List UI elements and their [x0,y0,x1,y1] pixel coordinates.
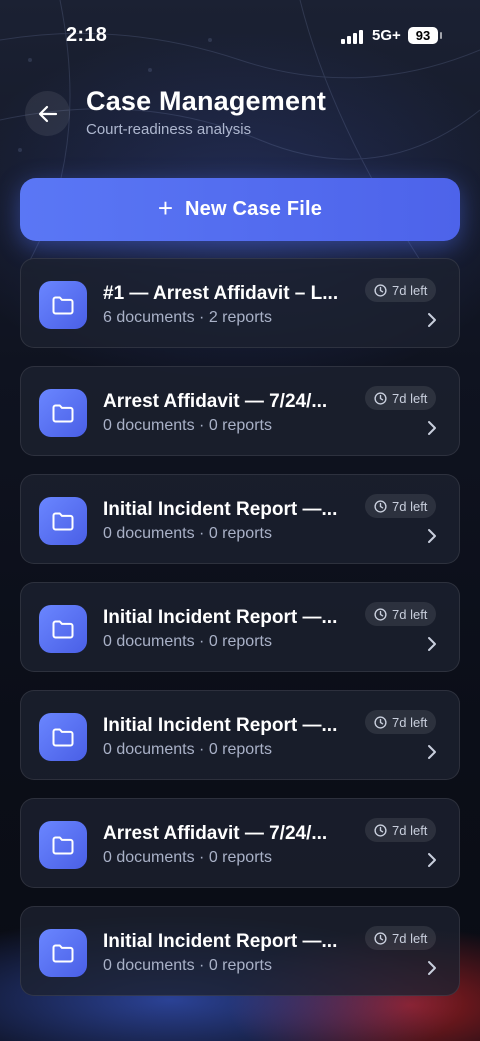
case-title: Initial Incident Report —... [103,715,338,736]
arrow-left-icon [38,105,57,122]
deadline-badge: 7d left [365,386,437,410]
deadline-badge: 7d left [365,710,437,734]
deadline-label: 7d left [392,822,428,838]
case-title: Initial Incident Report —... [103,499,338,520]
case-title: Initial Incident Report —... [103,607,338,628]
case-card[interactable]: Initial Incident Report —... 0 documents… [20,474,460,564]
folder-icon [39,281,87,329]
case-card[interactable]: #1 — Arrest Affidavit – L... 6 documents… [20,258,460,348]
case-meta: 0 documents · 0 reports [103,633,272,650]
page-title: Case Management [86,86,327,116]
folder-icon [39,713,87,761]
case-title: Arrest Affidavit — 7/24/... [103,391,328,412]
folder-icon [39,605,87,653]
new-case-file-button[interactable]: + New Case File [20,178,460,241]
chevron-right-icon [428,853,436,867]
deadline-label: 7d left [392,930,428,946]
case-title: #1 — Arrest Affidavit – L... [103,283,339,304]
case-card[interactable]: Arrest Affidavit — 7/24/... 0 documents … [20,798,460,888]
chevron-right-icon [428,421,436,435]
folder-icon [39,929,87,977]
deadline-label: 7d left [392,606,428,622]
new-case-file-label: New Case File [185,198,323,220]
network-type: 5G+ [372,27,401,44]
status-bar: 2:18 5G+ 93 [0,0,480,70]
case-meta: 6 documents · 2 reports [103,309,272,326]
clock-icon [374,283,387,297]
chevron-right-icon [428,745,436,759]
deadline-badge: 7d left [365,926,437,950]
case-meta: 0 documents · 0 reports [103,849,272,866]
folder-icon [39,821,87,869]
clock-icon [374,499,387,513]
case-meta: 0 documents · 0 reports [103,957,272,974]
folder-icon [39,497,87,545]
deadline-label: 7d left [392,282,428,298]
deadline-badge: 7d left [365,494,437,518]
battery-tip [440,32,442,39]
deadline-badge: 7d left [365,278,437,302]
battery-icon: 93 [408,27,438,44]
case-meta: 0 documents · 0 reports [103,741,272,758]
back-button[interactable] [25,91,70,136]
clock-icon [374,607,387,621]
page-subtitle: Court-readiness analysis [86,121,252,138]
case-meta: 0 documents · 0 reports [103,417,272,434]
case-card[interactable]: Initial Incident Report —... 0 documents… [20,906,460,996]
chevron-right-icon [428,637,436,651]
status-time: 2:18 [66,24,108,46]
signal-icon [341,30,363,44]
deadline-label: 7d left [392,714,428,730]
case-card[interactable]: Initial Incident Report —... 0 documents… [20,690,460,780]
case-title: Arrest Affidavit — 7/24/... [103,823,328,844]
plus-icon: + [157,193,174,223]
chevron-right-icon [428,529,436,543]
folder-icon [39,389,87,437]
clock-icon [374,715,387,729]
case-meta: 0 documents · 0 reports [103,525,272,542]
deadline-label: 7d left [392,498,428,514]
deadline-label: 7d left [392,390,428,406]
clock-icon [374,823,387,837]
clock-icon [374,391,387,405]
case-card[interactable]: Arrest Affidavit — 7/24/... 0 documents … [20,366,460,456]
case-card[interactable]: Initial Incident Report —... 0 documents… [20,582,460,672]
chevron-right-icon [428,313,436,327]
case-title: Initial Incident Report —... [103,931,338,952]
chevron-right-icon [428,961,436,975]
deadline-badge: 7d left [365,602,437,626]
case-list: #1 — Arrest Affidavit – L... 6 documents… [20,258,460,1014]
deadline-badge: 7d left [365,818,437,842]
clock-icon [374,931,387,945]
